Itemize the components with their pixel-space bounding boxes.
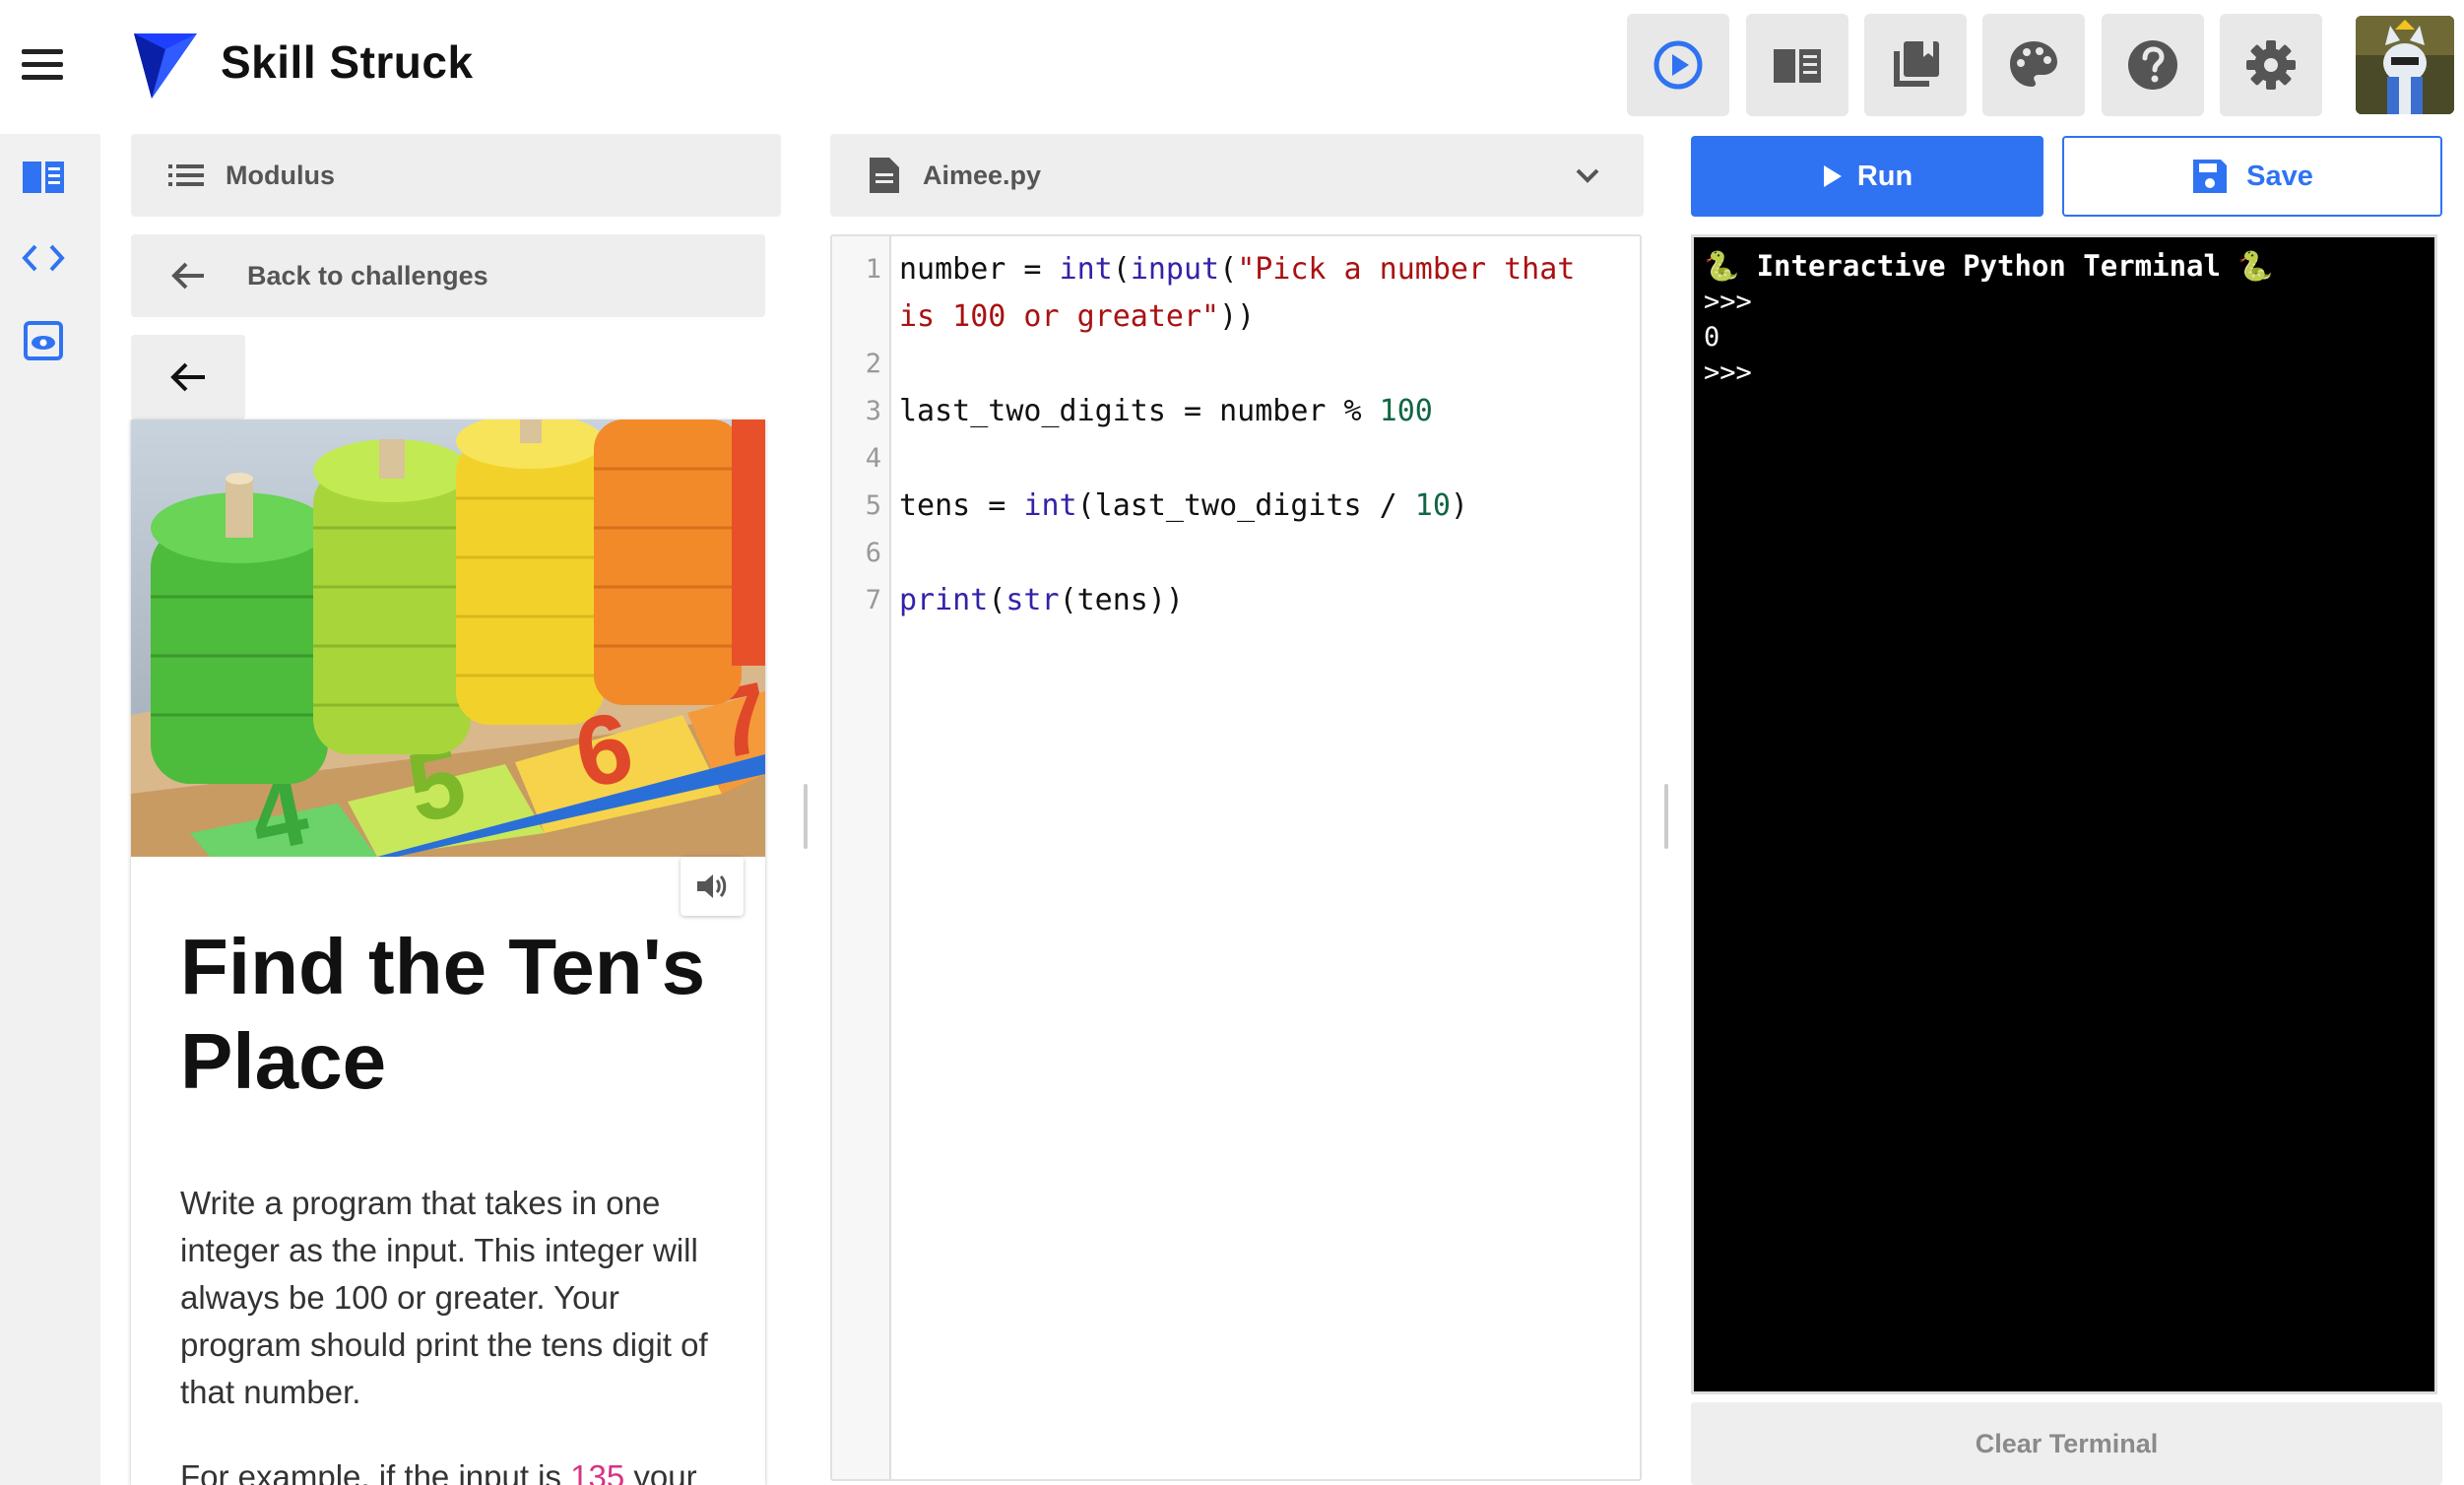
line-number: 6 <box>865 538 881 568</box>
save-icon <box>2193 160 2228 193</box>
line-number: 2 <box>865 349 881 379</box>
code-icon <box>22 244 65 272</box>
avatar[interactable] <box>2356 16 2454 114</box>
book-open-icon <box>1774 49 1821 83</box>
example-number: 135 <box>570 1458 625 1485</box>
rail-lesson-button[interactable] <box>20 154 67 201</box>
lesson-example: For example, if the input is 135 your <box>180 1453 732 1485</box>
rail-code-button[interactable] <box>20 234 67 282</box>
section-header[interactable]: Modulus <box>131 134 781 217</box>
run-label: Run <box>1856 160 1913 192</box>
clear-terminal-label: Clear Terminal <box>1975 1428 2159 1458</box>
line-number: 5 <box>865 490 881 521</box>
code-line-7: print(str(tens)) <box>899 583 1184 617</box>
line-number: 4 <box>865 443 881 474</box>
help-icon <box>2128 40 2177 90</box>
code-line-3: last_two_digits = number % 100 <box>899 394 1433 428</box>
code-line-1-wrap: is 100 or greater")) <box>899 299 1256 334</box>
read-aloud-button[interactable] <box>681 857 744 916</box>
settings-icon <box>2246 40 2296 90</box>
library-button[interactable] <box>1864 14 1967 116</box>
left-rail <box>0 134 100 1485</box>
back-to-challenges-link[interactable]: Back to challenges <box>131 234 765 317</box>
terminal-line: 0 <box>1704 322 1720 353</box>
speaker-icon <box>697 874 727 898</box>
panel-resize-handle[interactable] <box>1664 784 1668 849</box>
line-number: 3 <box>865 396 881 426</box>
book-icon <box>23 161 64 193</box>
back-label: Back to challenges <box>247 260 488 291</box>
rail-preview-button[interactable] <box>20 317 67 364</box>
code-editor[interactable]: 1 2 3 4 5 6 7 number = int(input("Pick a… <box>830 234 1642 1481</box>
panel-resize-handle[interactable] <box>804 784 808 849</box>
filename: Aimee.py <box>923 160 1042 190</box>
terminal-line: >>> <box>1704 287 1752 317</box>
theme-button[interactable] <box>1982 14 2085 116</box>
example-prefix: For example, if the input is <box>180 1458 571 1485</box>
terminal-title: 🐍 Interactive Python Terminal 🐍 <box>1704 249 2274 283</box>
arrow-left-icon <box>170 362 205 392</box>
code-line-5: tens = int(last_two_digits / 10) <box>899 488 1468 523</box>
line-number: 7 <box>865 585 881 615</box>
file-icon <box>870 158 899 193</box>
play-circle-button[interactable] <box>1627 14 1729 116</box>
preview-eye-icon <box>24 321 63 360</box>
brand-name: Skill Struck <box>221 36 474 88</box>
lesson-back-button[interactable] <box>131 335 245 420</box>
settings-button[interactable] <box>2220 14 2322 116</box>
lesson-image: 4 5 6 7 <box>131 420 765 857</box>
palette-icon <box>2010 41 2057 87</box>
code-line-1: number = int(input("Pick a number that <box>899 252 1576 287</box>
line-gutter: 1 2 3 4 5 6 7 <box>832 236 891 1479</box>
help-button[interactable] <box>2102 14 2204 116</box>
chevron-down-icon <box>1576 168 1599 183</box>
section-label: Modulus <box>226 160 335 190</box>
line-number: 1 <box>865 254 881 285</box>
library-books-icon <box>1894 41 1939 87</box>
play-icon <box>1823 165 1842 187</box>
lesson-card: 4 5 6 7 Find the Ten's Place Write a pro… <box>131 420 765 1485</box>
play-circle-icon <box>1653 40 1703 90</box>
avatar-cat-image <box>2356 16 2454 114</box>
lesson-body: Write a program that takes in one intege… <box>180 1185 708 1410</box>
clear-terminal-button[interactable]: Clear Terminal <box>1691 1402 2442 1485</box>
lessons-button[interactable] <box>1746 14 1848 116</box>
menu-hamburger-icon[interactable] <box>22 49 63 81</box>
run-button[interactable]: Run <box>1691 136 2043 217</box>
list-icon <box>168 164 204 186</box>
lesson-title: Find the Ten's Place <box>180 923 706 1105</box>
terminal-line: >>> <box>1704 357 1752 388</box>
save-button[interactable]: Save <box>2062 136 2442 217</box>
file-selector[interactable]: Aimee.py <box>830 134 1644 217</box>
example-suffix: your <box>624 1458 697 1485</box>
save-label: Save <box>2246 160 2313 192</box>
skill-struck-logo <box>134 33 197 98</box>
python-terminal[interactable]: 🐍 Interactive Python Terminal 🐍 >>> 0 >>… <box>1691 234 2437 1394</box>
arrow-left-icon <box>171 262 204 290</box>
